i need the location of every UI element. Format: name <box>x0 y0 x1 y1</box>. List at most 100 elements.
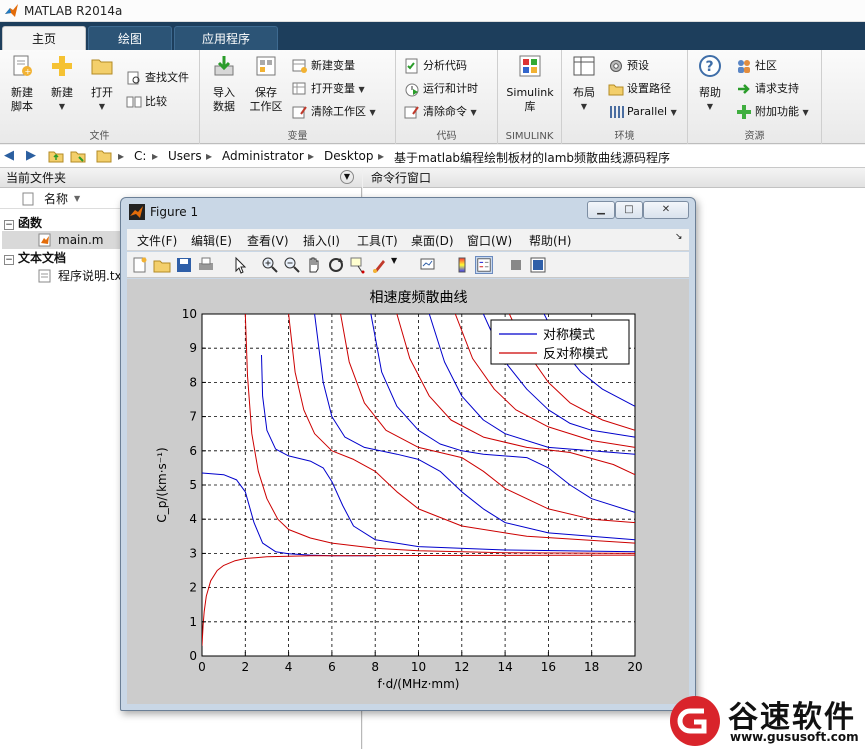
tab-plots[interactable]: 绘图 <box>88 26 172 50</box>
hide-plot-tools-icon[interactable] <box>507 256 525 274</box>
tree-group-functions[interactable]: − 函数 <box>4 214 42 232</box>
clear-workspace-button[interactable]: 清除工作区 ▼ <box>292 102 376 122</box>
layout-button[interactable]: 布局 ▼ <box>566 54 602 114</box>
collapse-icon[interactable]: − <box>4 255 14 265</box>
preferences-button[interactable]: 预设 <box>608 56 649 76</box>
run-and-time-button[interactable]: 运行和计时 <box>404 79 478 99</box>
menu-desktop[interactable]: 桌面(D) <box>411 232 454 249</box>
menu-window[interactable]: 窗口(W) <box>467 232 512 249</box>
forward-arrow-icon[interactable]: ▶ <box>26 148 36 163</box>
request-support-icon <box>738 84 750 94</box>
new-button[interactable]: 新建 ▼ <box>44 54 80 114</box>
menu-view[interactable]: 查看(V) <box>247 232 289 249</box>
import-data-icon <box>214 56 234 76</box>
show-plot-tools-icon[interactable] <box>529 256 547 274</box>
x-tick-label: 4 <box>285 660 293 674</box>
addons-label: 附加功能 <box>755 105 799 118</box>
minimize-button[interactable]: ▁ <box>587 201 615 219</box>
svg-text:?: ? <box>706 59 714 75</box>
set-path-button[interactable]: 设置路径 <box>608 79 671 99</box>
legend-toggle-icon[interactable] <box>475 256 493 274</box>
analyze-code-button[interactable]: 分析代码 <box>404 56 467 76</box>
x-axis-label: f·d/(MHz·mm) <box>378 677 460 691</box>
analyze-code-icon <box>405 58 418 74</box>
legend[interactable]: 对称模式 反对称模式 <box>490 319 630 365</box>
pan-hand-icon[interactable] <box>305 256 323 274</box>
tab-apps[interactable]: 应用程序 <box>174 26 278 50</box>
help-label: 帮助 <box>699 86 721 99</box>
ribbon-group-file: + 新建 脚本 新建 ▼ 打开 ▼ 查找文件 比较 文件 <box>0 50 200 144</box>
menu-insert[interactable]: 插入(I) <box>303 232 340 249</box>
print-icon[interactable] <box>197 256 215 274</box>
data-cursor-icon[interactable] <box>349 256 367 274</box>
rotate-3d-icon[interactable] <box>327 256 345 274</box>
simulink-library-button[interactable]: Simulink 库 <box>502 54 558 114</box>
file-name: main.m <box>58 233 104 247</box>
up-folder-icon[interactable] <box>48 148 64 164</box>
link-plot-icon[interactable] <box>419 256 437 274</box>
zoom-out-icon[interactable] <box>283 256 301 274</box>
ribbon-group-simulink: Simulink 库 SIMULINK <box>498 50 562 144</box>
save-workspace-button[interactable]: 保存 工作区 <box>246 54 286 114</box>
chevron-down-icon[interactable]: ▼ <box>391 256 409 274</box>
figure-window[interactable]: Figure 1 ▁ □ ✕ 文件(F) 编辑(E) 查看(V) 插入(I) 工… <box>120 197 696 711</box>
breadcrumb-segment-administrator[interactable]: Administrator <box>222 149 304 163</box>
dock-arrow-icon[interactable]: ↘ <box>675 232 683 242</box>
watermark-url: www.gususoft.com <box>730 730 859 744</box>
open-label: 打开 <box>91 86 113 99</box>
zoom-in-icon[interactable] <box>261 256 279 274</box>
back-arrow-icon[interactable]: ◀ <box>4 148 14 163</box>
new-plus-icon <box>52 56 72 76</box>
save-icon[interactable] <box>175 256 193 274</box>
x-tick-label: 16 <box>541 660 556 674</box>
browse-folder-icon[interactable] <box>70 148 86 164</box>
compare-button[interactable]: 比较 <box>126 92 167 112</box>
open-file-icon[interactable] <box>153 256 171 274</box>
new-script-button[interactable]: + 新建 脚本 <box>4 54 40 114</box>
pointer-icon[interactable] <box>231 256 249 274</box>
brush-data-icon[interactable] <box>371 256 389 274</box>
menu-tools[interactable]: 工具(T) <box>357 232 398 249</box>
breadcrumb-segment-project[interactable]: 基于matlab编程绘制板材的lamb频散曲线源码程序 <box>394 149 670 166</box>
collapse-icon[interactable]: − <box>4 220 14 230</box>
figure-canvas[interactable]: 0 2 4 6 8 10 12 14 16 18 20 0 1 2 3 4 5 6 7 8 9 10 相速度频散曲线 f… <box>127 279 689 704</box>
breadcrumb-segment-users[interactable]: Users <box>168 149 202 163</box>
open-button[interactable]: 打开 ▼ <box>84 54 120 114</box>
menu-edit[interactable]: 编辑(E) <box>191 232 232 249</box>
chevron-down-icon: ▼ <box>358 85 365 94</box>
open-variable-button[interactable]: 打开变量 ▼ <box>292 79 365 99</box>
close-button[interactable]: ✕ <box>643 201 689 219</box>
menu-file[interactable]: 文件(F) <box>137 232 177 249</box>
breadcrumb-segment-drive[interactable]: C: <box>134 149 146 163</box>
tree-group-text-documents[interactable]: − 文本文档 <box>4 249 66 267</box>
clear-commands-button[interactable]: 清除命令 ▼ <box>404 102 477 122</box>
menu-help[interactable]: 帮助(H) <box>529 232 571 249</box>
x-tick-label: 8 <box>371 660 379 674</box>
import-data-button[interactable]: 导入 数据 <box>206 54 242 114</box>
folder-icon <box>96 150 112 163</box>
find-files-button[interactable]: 查找文件 <box>126 68 189 88</box>
addons-button[interactable]: 附加功能 ▼ <box>736 102 809 122</box>
help-button[interactable]: ? 帮助 ▼ <box>692 54 728 114</box>
maximize-button[interactable]: □ <box>615 201 643 219</box>
colorbar-icon[interactable] <box>453 256 471 274</box>
breadcrumb-separator-icon: ▸ <box>206 149 213 163</box>
community-button[interactable]: 社区 <box>736 56 777 76</box>
request-support-button[interactable]: 请求支持 <box>736 79 799 99</box>
panel-options-icon[interactable]: ▼ <box>340 170 354 184</box>
layout-icon <box>573 56 595 76</box>
m-file-icon <box>38 233 51 247</box>
current-folder-title: 当前文件夹 <box>6 171 67 185</box>
dispersion-plot[interactable]: 0 2 4 6 8 10 12 14 16 18 20 012345678910 相速度频散曲线 f… <box>127 279 689 704</box>
save-workspace-icon <box>256 56 276 76</box>
request-support-label: 请求支持 <box>755 82 799 95</box>
y-tick-label: 8 <box>189 375 197 389</box>
breadcrumb-segment-desktop[interactable]: Desktop <box>324 149 374 163</box>
variable-group-label: 变量 <box>287 131 308 142</box>
clear-workspace-label: 清除工作区 <box>311 105 366 118</box>
compare-label: 比较 <box>145 95 167 108</box>
new-figure-icon[interactable] <box>131 256 149 274</box>
tab-home[interactable]: 主页 <box>2 26 86 50</box>
new-variable-button[interactable]: 新建变量 <box>292 56 355 76</box>
parallel-button[interactable]: Parallel ▼ <box>608 102 677 122</box>
